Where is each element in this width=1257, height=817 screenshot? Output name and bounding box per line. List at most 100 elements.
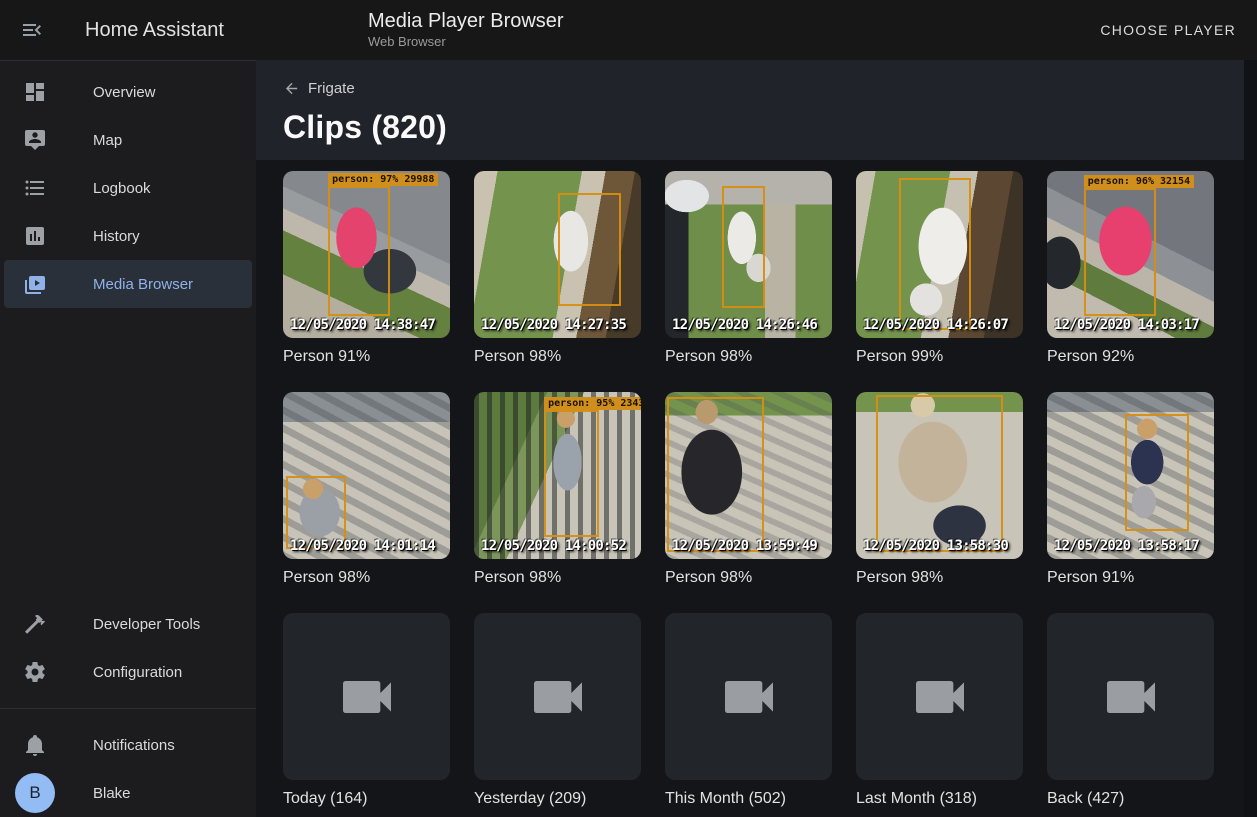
sidebar-item-label: Media Browser: [93, 276, 193, 293]
folder-item[interactable]: This Month (502): [665, 613, 832, 808]
bell-icon: [23, 733, 47, 757]
clip-timestamp: 12/05/2020 13:59:49: [672, 538, 817, 554]
hammer-icon: [23, 612, 47, 636]
sidebar-nav: Overview Map LogbookHistory Media Browser: [0, 68, 256, 308]
clip-thumbnail: 12/05/2020 14:01:14: [283, 392, 450, 559]
folder-thumbnail: [474, 613, 641, 780]
folder-thumbnail: [283, 613, 450, 780]
clip-item[interactable]: 12/05/2020 14:01:14Person 98%: [283, 392, 450, 587]
page-title: Media Player Browser: [368, 9, 564, 33]
video-camera-icon: [335, 665, 399, 729]
home-assistant-window: Home Assistant Media Player Browser Web …: [0, 0, 1257, 817]
detection-box: [667, 397, 764, 552]
sidebar-item-label: Developer Tools: [93, 616, 200, 633]
clip-caption: Person 91%: [1047, 568, 1214, 587]
sidebar-footer-nav: Developer Tools Configuration: [0, 600, 256, 696]
sidebar-item-label: Configuration: [93, 664, 182, 681]
detection-box: [899, 178, 971, 330]
arrow-left-icon: [283, 80, 300, 97]
folder-item[interactable]: Today (164): [283, 613, 450, 808]
clip-item[interactable]: 12/05/2020 14:26:46 Person 98%: [665, 171, 832, 366]
clip-caption: Person 98%: [665, 568, 832, 587]
clip-thumbnail: 12/05/2020 13:59:49: [665, 392, 832, 559]
gear-icon: [23, 660, 47, 684]
folder-item[interactable]: Last Month (318): [856, 613, 1023, 808]
breadcrumb[interactable]: Frigate: [283, 80, 355, 97]
sidebar-item-developer-tools[interactable]: Developer Tools: [4, 600, 252, 648]
clip-item[interactable]: 12/05/2020 14:27:35 Person 98%: [474, 171, 641, 366]
folder-item[interactable]: Back (427): [1047, 613, 1214, 808]
sidebar-item-label: Map: [93, 132, 122, 149]
folder-thumbnail: [665, 613, 832, 780]
folder-caption: Last Month (318): [856, 789, 1023, 808]
clip-timestamp: 12/05/2020 14:00:52: [481, 538, 626, 554]
detection-box: person: 97% 29988: [328, 186, 390, 316]
clip-timestamp: 12/05/2020 14:26:46: [672, 317, 817, 333]
clip-thumbnail: 12/05/2020 14:26:46: [665, 171, 832, 338]
folder-caption: Back (427): [1047, 789, 1214, 808]
dashboard-icon: [23, 80, 47, 104]
detection-label: person: 95% 23432: [544, 397, 641, 410]
clip-timestamp: 12/05/2020 14:27:35: [481, 317, 626, 333]
clip-item[interactable]: person: 95% 2343212/05/2020 14:00:52Pers…: [474, 392, 641, 587]
clip-thumbnail: 12/05/2020 13:58:30: [856, 392, 1023, 559]
video-camera-icon: [526, 665, 590, 729]
clip-caption: Person 98%: [474, 568, 641, 587]
sidebar-item-media-browser[interactable]: Media Browser: [4, 260, 252, 308]
avatar: B: [15, 773, 55, 813]
media-browser-icon: [23, 272, 47, 296]
sidebar-item-label: Notifications: [93, 737, 175, 754]
sidebar: Overview Map LogbookHistory Media Browser D…: [0, 60, 256, 817]
clip-thumbnail: person: 95% 2343212/05/2020 14:00:52: [474, 392, 641, 559]
detection-label: person: 97% 29988: [328, 173, 438, 186]
clip-item[interactable]: person: 97% 2998812/05/2020 14:38:47Pers…: [283, 171, 450, 366]
clip-thumbnail: 12/05/2020 14:26:07: [856, 171, 1023, 338]
folder-thumbnail: [1047, 613, 1214, 780]
sidebar-item-notifications[interactable]: Notifications: [4, 721, 252, 769]
menu-open-icon[interactable]: [8, 6, 56, 54]
detection-box: [1125, 414, 1188, 531]
clip-thumbnail: 12/05/2020 13:58:17: [1047, 392, 1214, 559]
sidebar-item-logbook[interactable]: Logbook: [4, 164, 252, 212]
clip-caption: Person 99%: [856, 347, 1023, 366]
clip-timestamp: 12/05/2020 14:03:17: [1054, 317, 1199, 333]
user-name: Blake: [93, 785, 131, 802]
detection-box: person: 95% 23432: [544, 410, 599, 537]
logbook-icon: [23, 176, 47, 200]
folder-thumbnail: [856, 613, 1023, 780]
clip-caption: Person 98%: [665, 347, 832, 366]
folder-caption: Today (164): [283, 789, 450, 808]
sidebar-item-map[interactable]: Map: [4, 116, 252, 164]
clip-item[interactable]: 12/05/2020 13:58:30 Person 98%: [856, 392, 1023, 587]
clip-timestamp: 12/05/2020 14:26:07: [863, 317, 1008, 333]
sidebar-item-overview[interactable]: Overview: [4, 68, 252, 116]
clip-timestamp: 12/05/2020 13:58:30: [863, 538, 1008, 554]
media-browser-header: Frigate Clips (820): [256, 60, 1257, 160]
clip-item[interactable]: 12/05/2020 13:58:17 Person 91%: [1047, 392, 1214, 587]
app-bar: Home Assistant Media Player Browser Web …: [0, 0, 1257, 60]
sidebar-divider: [0, 708, 256, 709]
page-heading: Clips (820): [283, 109, 1230, 146]
scrollbar-gutter: [1244, 60, 1257, 817]
clip-item[interactable]: 12/05/2020 13:59:49 Person 98%: [665, 392, 832, 587]
folder-item[interactable]: Yesterday (209): [474, 613, 641, 808]
clip-timestamp: 12/05/2020 14:38:47: [290, 317, 435, 333]
detection-label: person: 96% 32154: [1084, 175, 1194, 188]
clip-thumbnail: person: 97% 2998812/05/2020 14:38:47: [283, 171, 450, 338]
sidebar-item-history[interactable]: History: [4, 212, 252, 260]
clip-item[interactable]: person: 96% 3215412/05/2020 14:03:17Pers…: [1047, 171, 1214, 366]
clip-thumbnail: person: 96% 3215412/05/2020 14:03:17: [1047, 171, 1214, 338]
page-title-block: Media Player Browser Web Browser: [368, 9, 564, 51]
sidebar-item-configuration[interactable]: Configuration: [4, 648, 252, 696]
detection-box: person: 96% 32154: [1084, 188, 1156, 317]
clip-caption: Person 98%: [856, 568, 1023, 587]
clip-thumbnail: 12/05/2020 14:27:35: [474, 171, 641, 338]
clip-caption: Person 98%: [474, 347, 641, 366]
sidebar-item-user[interactable]: B Blake: [4, 769, 252, 817]
media-browser-panel: Frigate Clips (820) person: 97% 2998812/…: [256, 60, 1257, 817]
clip-caption: Person 92%: [1047, 347, 1214, 366]
choose-player-button[interactable]: CHOOSE PLAYER: [1092, 13, 1244, 47]
clip-item[interactable]: 12/05/2020 14:26:07 Person 99%: [856, 171, 1023, 366]
folder-caption: Yesterday (209): [474, 789, 641, 808]
media-grid: person: 97% 2998812/05/2020 14:38:47Pers…: [256, 160, 1257, 808]
